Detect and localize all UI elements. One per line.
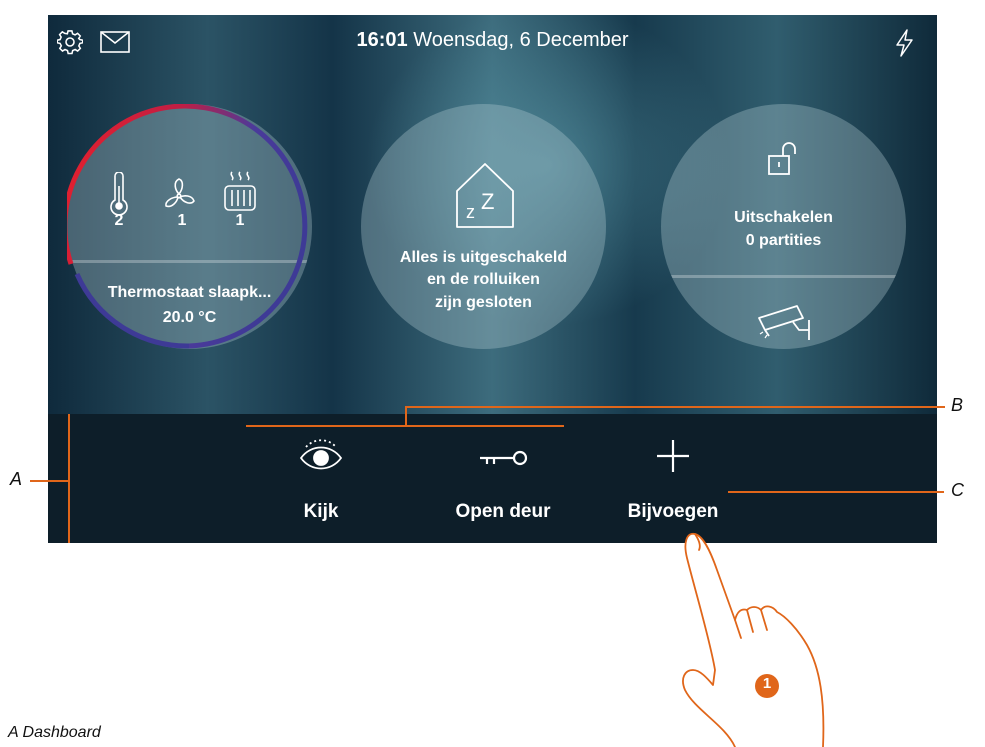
scenario-line-1: Alles is uitgeschakeld [399, 249, 568, 266]
thermostat-widget[interactable]: 2 1 1 Thermostaat slaapk... 20.0 °C [67, 104, 312, 349]
date-time: 16:01 Woensdag, 6 December [48, 29, 937, 52]
open-door-button[interactable]: Open deur [428, 414, 578, 543]
scenario-widget[interactable]: z Z Alles is uitgeschakeld en de rolluik… [361, 104, 606, 349]
open-door-label: Open deur [455, 501, 551, 522]
scenario-line-2: en de rolluiken [427, 271, 540, 288]
manual-figure: 16:01 Woensdag, 6 December 2 1 1 Thermos… [0, 0, 985, 747]
callout-a-line [30, 480, 70, 482]
lightning-icon[interactable] [894, 29, 914, 62]
fan-count: 1 [177, 212, 187, 229]
callout-c-letter: C [951, 480, 964, 500]
clock-time: 16:01 [356, 29, 408, 51]
callout-b-stem [405, 406, 407, 426]
unlocked-padlock-icon [766, 141, 802, 182]
security-camera-icon[interactable] [755, 302, 815, 347]
pointing-hand-illustration [682, 532, 825, 747]
step-number: 1 [762, 675, 772, 692]
radiator-count: 1 [235, 212, 245, 229]
thermostat-name: Thermostaat slaapk... [107, 284, 272, 301]
thermostat-temperature: 20.0 °C [162, 309, 217, 326]
alarm-divider [661, 275, 906, 278]
callout-b-letter: B [951, 395, 964, 415]
alarm-status: Uitschakelen [734, 209, 833, 226]
thermostat-divider [67, 260, 312, 263]
house-sleep-icon: z Z [455, 161, 515, 234]
plus-icon [657, 440, 689, 472]
svg-text:z: z [466, 202, 475, 222]
thermometer-count: 2 [114, 212, 124, 229]
kijk-button[interactable]: Kijk [262, 414, 380, 543]
alarm-widget[interactable]: Uitschakelen 0 partities [661, 104, 906, 349]
scenario-line-3: zijn gesloten [435, 294, 532, 311]
callout-a-bracket [68, 414, 70, 543]
svg-text:Z: Z [481, 189, 494, 214]
kijk-label: Kijk [303, 501, 339, 522]
device-screen: 16:01 Woensdag, 6 December 2 1 1 Thermos… [48, 15, 937, 543]
callout-b-line [405, 406, 945, 408]
callout-a-letter: A [10, 469, 23, 489]
figure-caption: A Dashboard [8, 724, 101, 741]
eye-icon [299, 439, 343, 470]
top-bar: 16:01 Woensdag, 6 December [48, 15, 937, 67]
key-icon [480, 450, 528, 466]
callout-c-line [728, 491, 944, 493]
clock-date: Woensdag, 6 December [413, 29, 629, 51]
alarm-partitions: 0 partities [745, 232, 822, 249]
